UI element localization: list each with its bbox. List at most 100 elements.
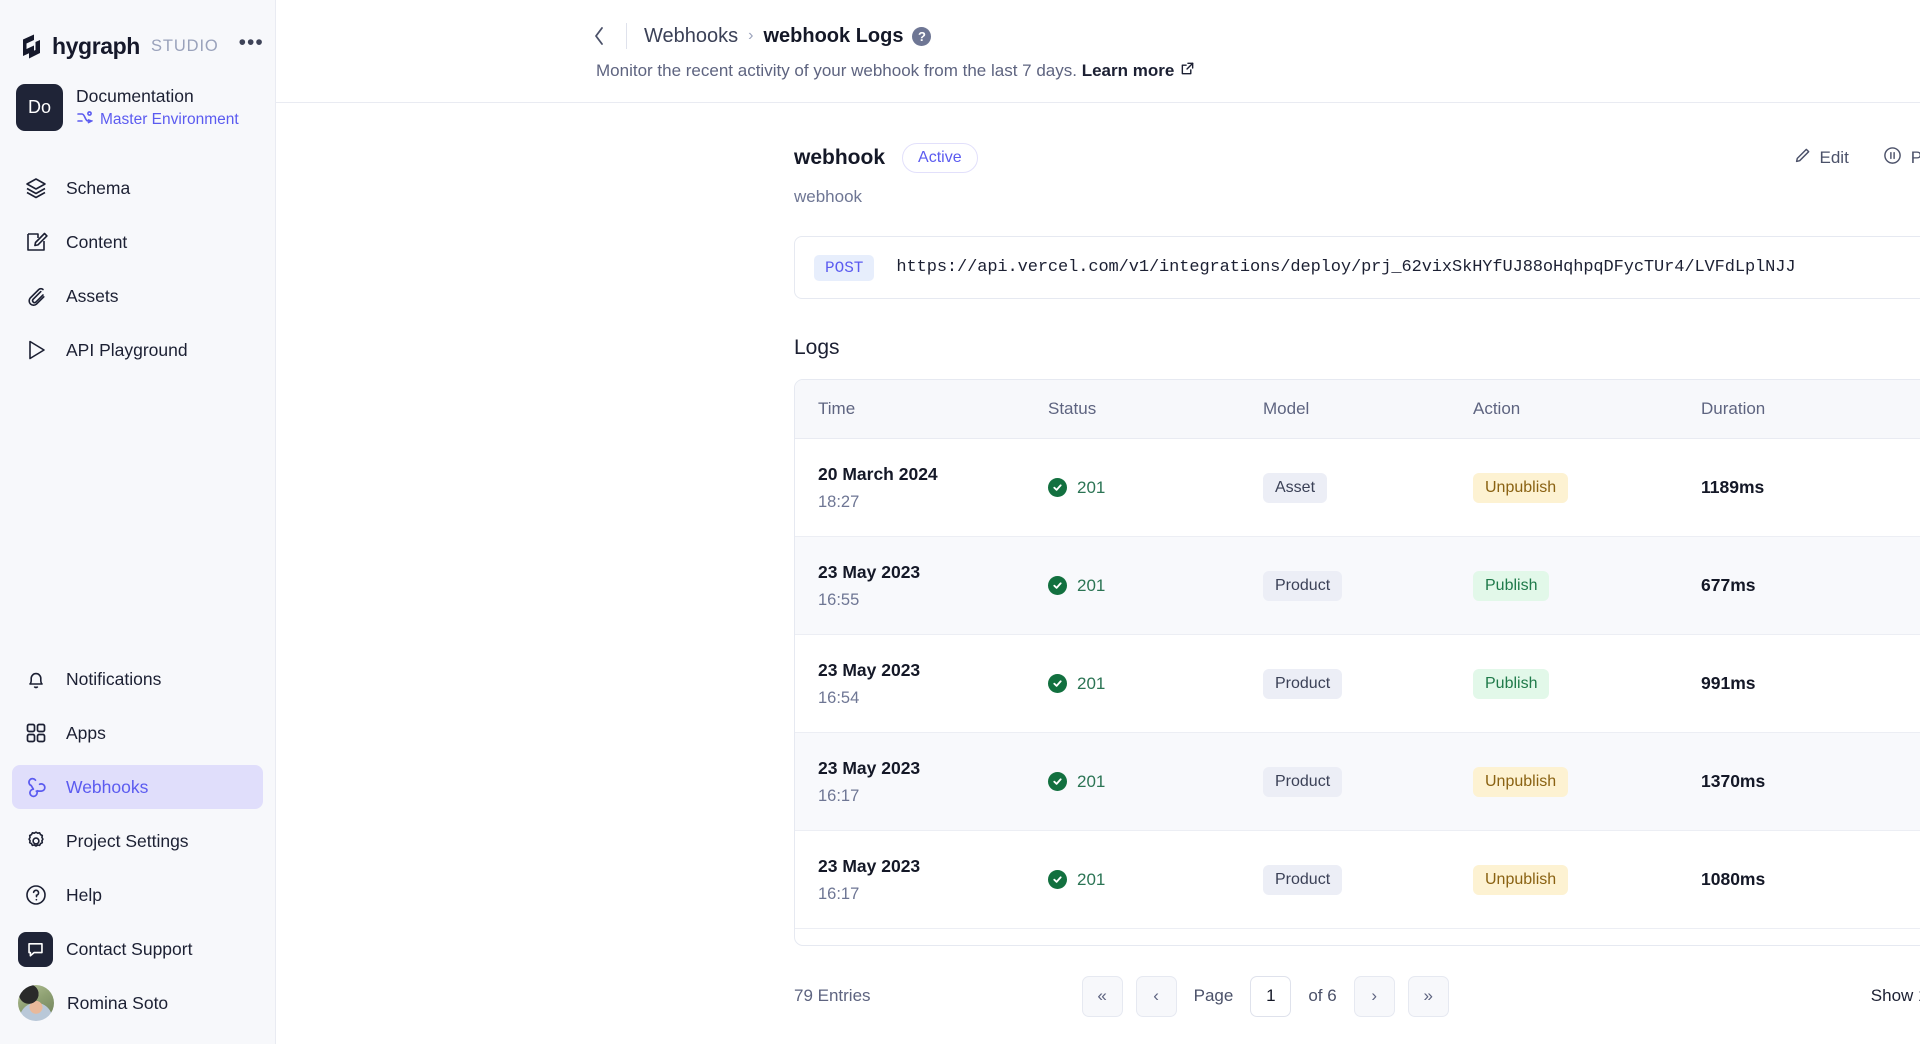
action-tag: Unpublish <box>1473 865 1568 895</box>
sidebar-item-label: Help <box>66 885 102 906</box>
avatar <box>18 985 54 1021</box>
project-switcher[interactable]: Do Documentation Master Environment <box>0 66 275 131</box>
breadcrumb-divider <box>626 23 627 49</box>
log-date: 20 March 2024 <box>818 464 1025 485</box>
pause-label: Pause <box>1911 148 1920 168</box>
table-row[interactable]: 20 March 2024 18:27201AssetUnpublish 1189m… <box>795 439 1920 537</box>
action-tag: Unpublish <box>1473 767 1568 797</box>
column-header-model[interactable]: Model <box>1240 380 1450 439</box>
cell-action: Unpublish <box>1450 439 1678 537</box>
model-tag: Product <box>1263 669 1342 699</box>
cell-time: 23 May 202316:54 <box>795 635 1025 733</box>
column-header-status[interactable]: Status <box>1025 380 1240 439</box>
project-environment-label: Master Environment <box>100 111 239 129</box>
table-footer: 79 Entries « ‹ Page of 6 › » Show 15 <box>794 974 1920 1018</box>
http-method-badge: POST <box>814 255 874 281</box>
edit-button[interactable]: Edit <box>1793 147 1849 170</box>
sidebar-item-label: Content <box>66 232 127 253</box>
cell-status: 201 <box>1025 439 1240 537</box>
table-header-row: Time Status Model Action Duration <box>795 380 1920 439</box>
prev-page-button[interactable]: ‹ <box>1136 976 1177 1017</box>
success-check-icon <box>1048 772 1067 791</box>
sidebar-item-project-settings[interactable]: Project Settings <box>12 819 263 863</box>
table-row[interactable]: 23 May 202316:17201ProductUnpublish1080m… <box>795 831 1920 929</box>
log-duration: 1189ms <box>1701 477 1764 497</box>
cell-duration: 991ms <box>1678 635 1920 733</box>
page-subtitle: Monitor the recent activity of your webh… <box>276 61 1920 81</box>
page-number-input[interactable] <box>1250 976 1291 1017</box>
cell-status: 201 <box>1025 537 1240 635</box>
brand-more-icon[interactable]: ••• <box>239 38 264 55</box>
total-pages-label: of 6 <box>1308 986 1336 1006</box>
log-duration: 1370ms <box>1701 771 1765 791</box>
cell-duration: 1080ms <box>1678 831 1920 929</box>
table-row[interactable]: 23 May 202316:55201ProductPublish677ms <box>795 537 1920 635</box>
success-check-icon <box>1048 870 1067 889</box>
last-page-button[interactable]: » <box>1408 976 1449 1017</box>
cell-model: Product <box>1240 733 1450 831</box>
success-check-icon <box>1048 674 1067 693</box>
log-status-code: 201 <box>1077 576 1105 596</box>
pause-circle-icon <box>1883 146 1902 170</box>
sidebar-item-label: Webhooks <box>66 777 148 798</box>
learn-more-label: Learn more <box>1082 61 1175 81</box>
log-time: 18:27 <box>818 493 1025 512</box>
logs-table: Time Status Model Action Duration 20 Mar… <box>795 380 1920 929</box>
column-header-duration[interactable]: Duration <box>1678 380 1920 439</box>
gear-icon <box>24 829 48 853</box>
project-environment[interactable]: Master Environment <box>76 110 239 130</box>
sidebar-item-content[interactable]: Content <box>12 220 263 264</box>
next-page-button[interactable]: › <box>1354 976 1395 1017</box>
sidebar-item-user[interactable]: Romina Soto <box>12 981 263 1025</box>
first-page-button[interactable]: « <box>1082 976 1123 1017</box>
log-time: 16:54 <box>818 689 1025 708</box>
column-header-action[interactable]: Action <box>1450 380 1678 439</box>
bell-icon <box>24 667 48 691</box>
log-time: 16:55 <box>818 591 1025 610</box>
sidebar-item-schema[interactable]: Schema <box>12 166 263 210</box>
cell-action: Unpublish <box>1450 733 1678 831</box>
sidebar-item-notifications[interactable]: Notifications <box>12 657 263 701</box>
log-date: 23 May 2023 <box>818 758 1025 779</box>
chat-bubble-icon <box>18 932 53 967</box>
webhook-header: webhook Active Edit <box>794 143 1920 173</box>
sidebar-item-contact-support[interactable]: Contact Support <box>12 927 263 971</box>
logs-table-body: 20 March 202418:27201AssetUnpublish1189m… <box>795 439 1920 929</box>
breadcrumb-parent[interactable]: Webhooks <box>644 25 738 48</box>
cell-time: 23 May 202316:17 <box>795 831 1025 929</box>
table-row[interactable]: 23 May 202316:17201ProductUnpublish1370m… <box>795 733 1920 831</box>
sidebar: hygraph STUDIO ••• Do Documentation <box>0 0 276 1044</box>
page-label: Page <box>1194 986 1234 1006</box>
chevron-left-icon[interactable] <box>586 23 612 49</box>
column-header-time[interactable]: Time <box>795 380 1025 439</box>
cell-status: 201 <box>1025 635 1240 733</box>
sidebar-item-webhooks[interactable]: Webhooks <box>12 765 263 809</box>
cell-model: Product <box>1240 537 1450 635</box>
edit-label: Edit <box>1820 148 1849 168</box>
model-tag: Product <box>1263 865 1342 895</box>
question-circle-icon <box>24 883 48 907</box>
learn-more-link[interactable]: Learn more <box>1082 61 1196 81</box>
page-size-selector[interactable]: Show 15 <box>1871 986 1920 1006</box>
cell-model: Asset <box>1240 439 1450 537</box>
pencil-icon <box>1793 147 1811 170</box>
success-check-icon <box>1048 576 1067 595</box>
sidebar-nav-primary: Schema Content Assets <box>0 161 275 377</box>
play-icon <box>24 338 48 362</box>
pause-button[interactable]: Pause <box>1883 146 1920 170</box>
cell-action: Unpublish <box>1450 831 1678 929</box>
table-row[interactable]: 23 May 202316:54201 Product Publish991ms <box>795 635 1920 733</box>
sidebar-item-label: Apps <box>66 723 106 744</box>
project-name: Documentation <box>76 86 239 107</box>
cell-action: Publish <box>1450 635 1678 733</box>
entries-count: 79 Entries <box>794 986 871 1006</box>
sidebar-item-apps[interactable]: Apps <box>12 711 263 755</box>
brand-name: hygraph <box>52 33 140 60</box>
brand-studio-label: STUDIO <box>151 37 219 56</box>
project-meta: Documentation Master Environment <box>76 86 239 130</box>
sidebar-item-api-playground[interactable]: API Playground <box>12 328 263 372</box>
sidebar-item-assets[interactable]: Assets <box>12 274 263 318</box>
help-badge-icon[interactable]: ? <box>912 27 931 46</box>
sidebar-item-help[interactable]: Help <box>12 873 263 917</box>
log-duration: 1080ms <box>1701 869 1765 889</box>
